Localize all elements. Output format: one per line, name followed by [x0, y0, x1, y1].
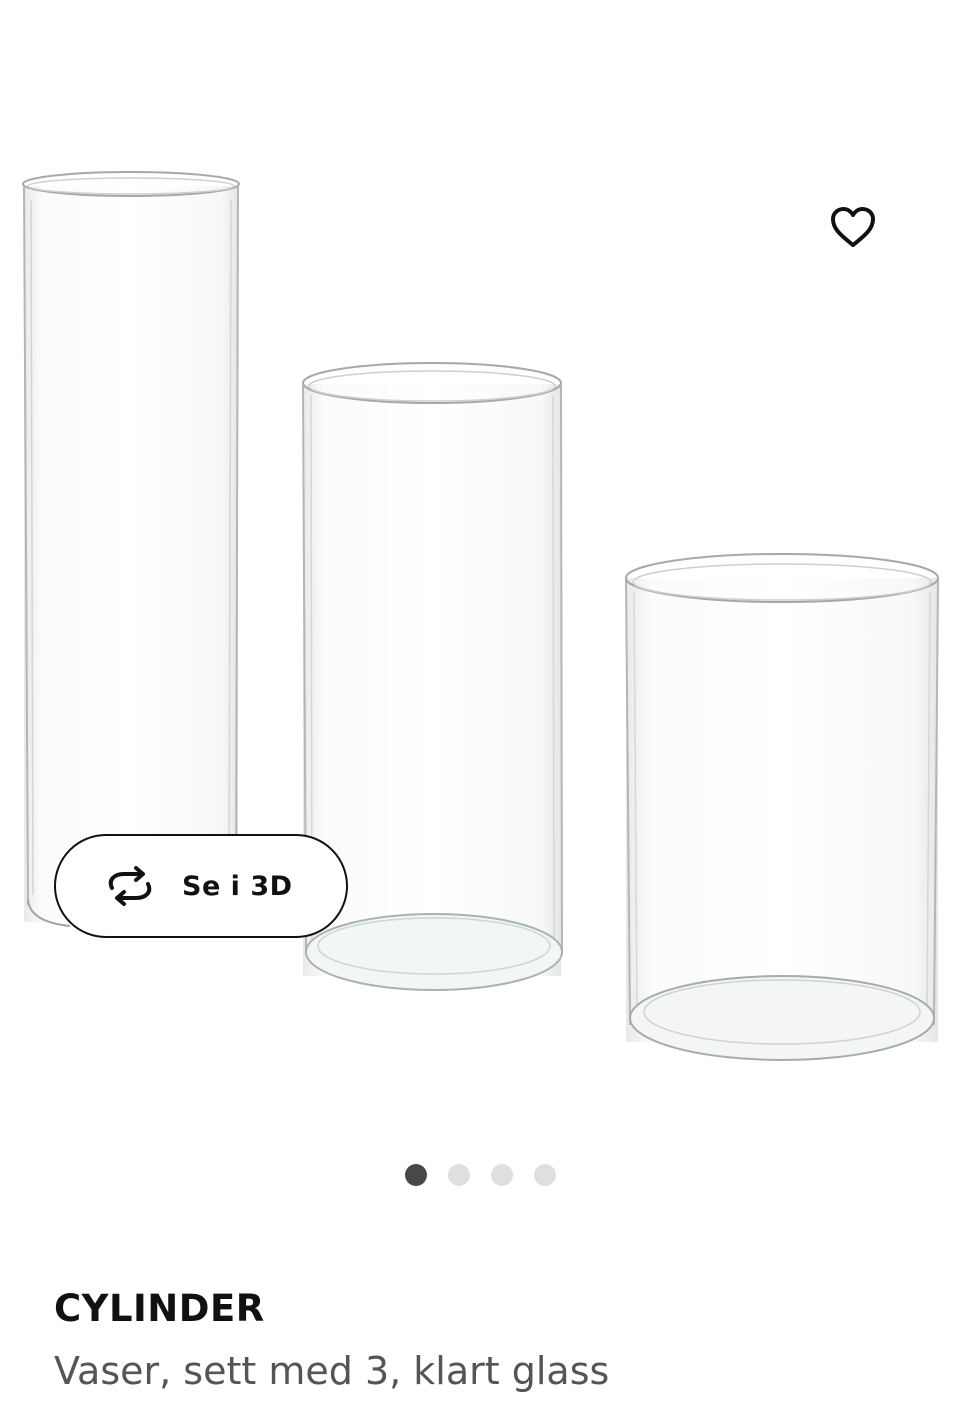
pagination-dot-3[interactable] — [490, 1164, 513, 1186]
image-pagination — [0, 1162, 960, 1188]
product-name: CYLINDER — [54, 1287, 265, 1330]
product-image-gallery[interactable]: Se i 3D — [0, 0, 960, 1230]
favorite-button[interactable] — [822, 198, 884, 256]
rotate-arrows-icon — [102, 866, 158, 906]
vase-tall — [22, 171, 240, 927]
heart-outline-icon — [831, 207, 875, 247]
pagination-dot-4[interactable] — [533, 1164, 556, 1186]
view-in-3d-label: Se i 3D — [182, 870, 293, 902]
product-description: Vaser, sett med 3, klart glass — [54, 1349, 610, 1393]
view-in-3d-button[interactable]: Se i 3D — [54, 834, 348, 938]
vase-short — [625, 553, 939, 1061]
product-image[interactable] — [0, 0, 960, 1120]
pagination-dot-2[interactable] — [447, 1164, 470, 1186]
pagination-dot-1[interactable] — [404, 1164, 427, 1186]
